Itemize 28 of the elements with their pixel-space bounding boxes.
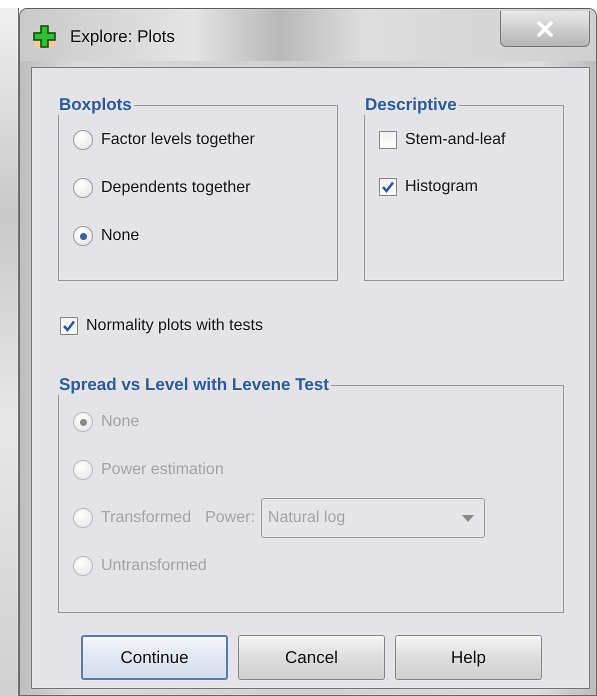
option-label: Stem-and-leaf xyxy=(405,131,506,149)
option-label: None xyxy=(101,227,140,245)
option-label: Untransformed xyxy=(101,557,207,575)
window-title: Explore: Plots xyxy=(70,27,175,47)
option-label: Dependents together xyxy=(101,179,250,197)
dialog-button[interactable]: Help xyxy=(395,635,542,680)
power-label: Power: xyxy=(205,509,255,527)
checkbox[interactable] xyxy=(379,131,397,149)
close-icon xyxy=(536,20,554,36)
option-label: Transformed xyxy=(101,509,192,527)
group-title: Descriptive xyxy=(364,95,458,115)
plus-icon xyxy=(32,24,58,50)
checkbox[interactable] xyxy=(60,317,78,335)
radio-button[interactable] xyxy=(73,178,93,198)
caret-icon xyxy=(462,514,474,522)
radio-button[interactable] xyxy=(73,226,93,246)
option-label: Factor levels together xyxy=(101,131,255,149)
dialog-button[interactable]: Cancel xyxy=(238,635,385,680)
group-title: Spread vs Level with Levene Test xyxy=(58,375,330,395)
close-button[interactable] xyxy=(500,11,590,47)
dialog-button[interactable]: Continue xyxy=(81,635,228,680)
option-label: Histogram xyxy=(405,178,478,196)
option-label: Normality plots with tests xyxy=(86,317,263,335)
option-label: None xyxy=(101,413,140,431)
group-title: Boxplots xyxy=(58,95,133,115)
radio-button[interactable] xyxy=(73,130,93,150)
option-label: Power estimation xyxy=(101,461,224,479)
checkbox[interactable] xyxy=(379,178,397,196)
